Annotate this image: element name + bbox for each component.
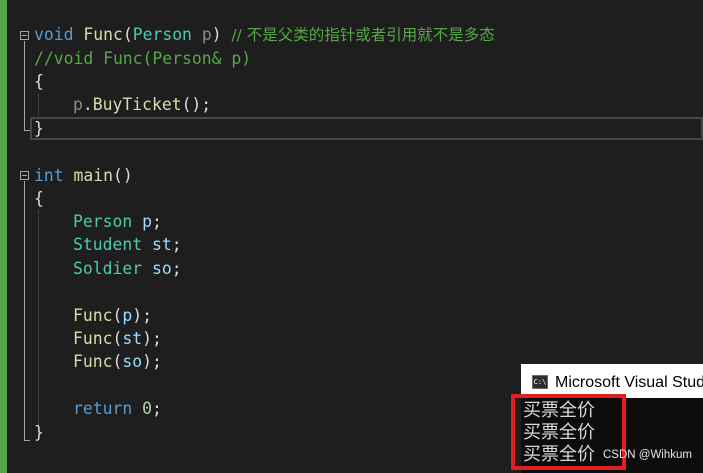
function-name: Func (73, 306, 113, 325)
keyword: int (34, 166, 64, 185)
argument: st (122, 329, 143, 348)
punctuation: . (82, 95, 93, 114)
code-line-brace[interactable]: { (34, 187, 44, 210)
variable: st (151, 235, 172, 254)
type-name: Soldier (73, 259, 143, 278)
variable: so (151, 259, 172, 278)
argument: p (122, 306, 133, 325)
indent-guide (38, 210, 39, 433)
code-line-main-signature[interactable]: int main() (34, 164, 133, 187)
code-line-declaration[interactable]: Student st; (73, 233, 182, 256)
code-line-brace[interactable]: } (34, 421, 44, 444)
watermark: CSDN @Wihkum (603, 449, 692, 461)
punctuation: ) (211, 25, 222, 44)
variable: p (142, 212, 152, 231)
fold-collapse-icon[interactable] (20, 171, 29, 180)
code-line-brace[interactable]: { (34, 70, 44, 93)
console-app-icon: C:\ (532, 375, 548, 389)
code-line-func-call[interactable]: Func(st); (73, 327, 162, 350)
fold-outline-line (24, 41, 25, 131)
number-literal: 0 (142, 399, 152, 418)
keyword: void (34, 25, 74, 44)
type-name: Person (132, 25, 192, 44)
current-line-highlight (30, 117, 703, 140)
console-titlebar[interactable]: C:\ Microsoft Visual Studio (521, 364, 703, 398)
function-name: main (73, 166, 113, 185)
punctuation: ; (151, 399, 162, 418)
argument: so (122, 352, 143, 371)
variable: p (73, 95, 83, 114)
fold-collapse-icon[interactable] (20, 31, 29, 40)
code-line-declaration[interactable]: Person p; (73, 210, 162, 233)
editor-gutter (7, 0, 20, 473)
function-name: Func (73, 329, 113, 348)
punctuation: () (112, 166, 133, 185)
parameter: p (201, 25, 212, 44)
code-line-return[interactable]: return 0; (73, 397, 162, 420)
fold-outline-line (24, 181, 25, 441)
keyword: return (73, 399, 133, 418)
comment: // 不是父类的指针或者引用就不是多态 (231, 26, 495, 44)
type-name: Student (73, 235, 143, 254)
punctuation: ( (122, 25, 133, 44)
method-name: BuyTicket (92, 95, 182, 114)
function-name: Func (83, 25, 123, 44)
code-line-declaration[interactable]: Soldier so; (73, 257, 182, 280)
code-line-func-call[interactable]: Func(so); (73, 350, 162, 373)
indent-guide (38, 94, 39, 118)
punctuation: (); (181, 95, 212, 114)
code-line-func-signature[interactable]: void Func(Person p) // 不是父类的指针或者引用就不是多态 (34, 23, 495, 46)
code-line-brace[interactable]: } (34, 117, 44, 140)
code-line-func-call[interactable]: Func(p); (73, 304, 152, 327)
type-name: Person (73, 212, 133, 231)
fold-outline-end (24, 440, 30, 441)
function-name: Func (73, 352, 113, 371)
code-line-commented-signature[interactable]: //void Func(Person& p) (34, 47, 251, 70)
code-line-buyticket-call[interactable]: p.BuyTicket(); (73, 93, 211, 116)
console-title: Microsoft Visual Studio (555, 374, 703, 391)
change-tracking-bar (0, 0, 7, 473)
